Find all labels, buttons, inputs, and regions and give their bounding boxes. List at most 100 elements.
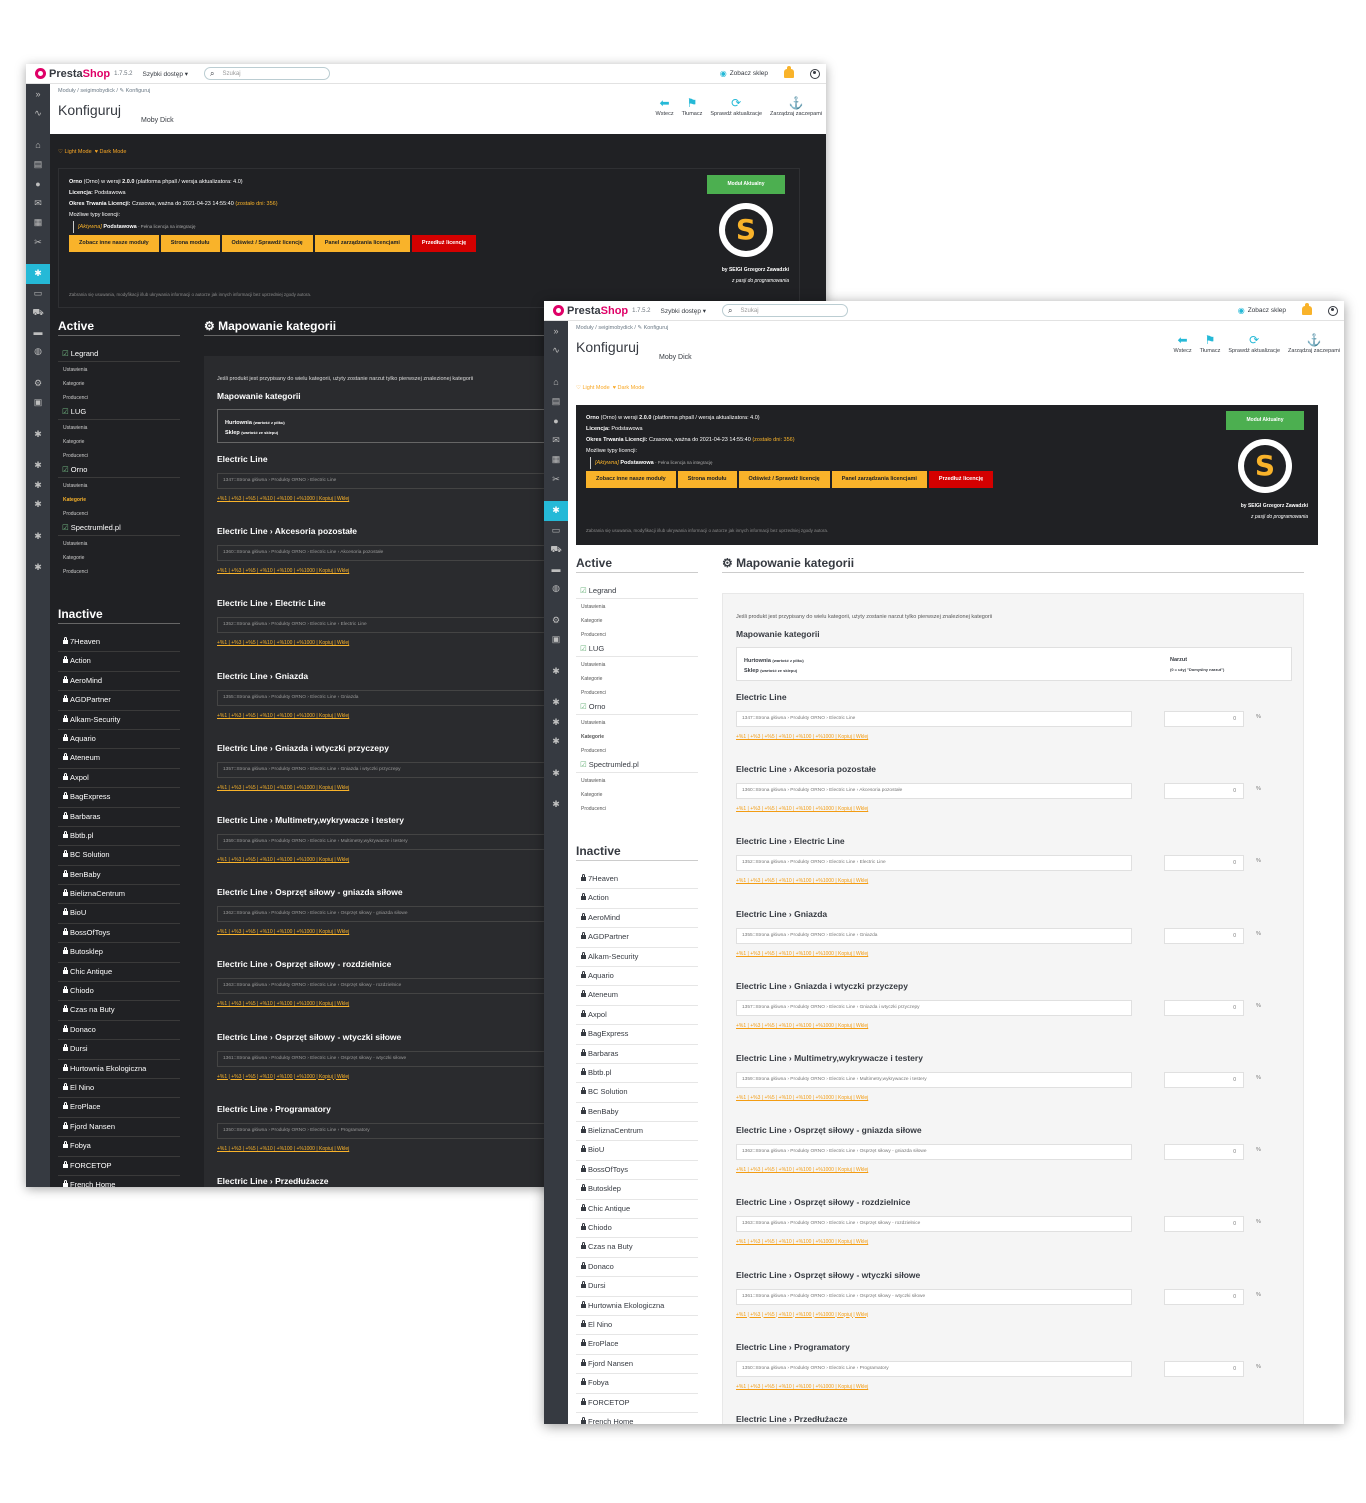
search-field[interactable]: ⌕ Szukaj (204, 67, 331, 80)
refresh-license-button[interactable]: Odśwież / Sprawdź licencję (221, 235, 313, 252)
markup-quick-links[interactable]: +%1 | +%3 | +%5 | +%10 | +%100 | +%1000 … (217, 785, 349, 791)
stats-icon[interactable]: ▦ (26, 213, 50, 233)
markup-input[interactable]: 0 (1164, 1071, 1244, 1088)
quick-access-menu[interactable]: Szybki dostęp ▾ (143, 70, 189, 78)
notifications-icon[interactable] (1302, 303, 1312, 315)
wholesaler-inactive-item[interactable]: French Home (58, 1176, 180, 1187)
orders-icon[interactable]: ⌂ (26, 135, 50, 155)
wholesaler-inactive-item[interactable]: Axpol (576, 1006, 698, 1026)
payment-icon[interactable]: ▬ (544, 560, 568, 580)
markup-quick-links[interactable]: +%1 | +%3 | +%5 | +%10 | +%100 | +%1000 … (736, 1023, 868, 1029)
wholesaler-inactive-item[interactable]: Dursi (58, 1040, 180, 1060)
markup-quick-links[interactable]: +%1 | +%3 | +%5 | +%10 | +%100 | +%1000 … (736, 1095, 868, 1101)
customers-icon[interactable]: ● (544, 411, 568, 431)
module-link-icon[interactable]: ✱ (544, 693, 568, 713)
collapse-menu-icon[interactable]: » (26, 84, 50, 104)
dark-mode-link[interactable]: ♥ Dark Mode (613, 385, 645, 391)
wholesaler-sub-link[interactable]: Producenci (58, 564, 180, 578)
markup-input[interactable]: 0 (1164, 1288, 1244, 1305)
extend-license-button[interactable]: Przedłuż licencję (928, 471, 994, 488)
module-link-icon[interactable]: ✱ (544, 732, 568, 752)
markup-quick-links[interactable]: +%1 | +%3 | +%5 | +%10 | +%100 | +%1000 … (736, 1384, 868, 1390)
wholesaler-inactive-item[interactable]: Bbtb.pl (58, 827, 180, 847)
wholesaler-sub-link[interactable]: Producenci (576, 801, 698, 815)
modules-icon[interactable]: ✱ (26, 264, 50, 284)
wholesaler-inactive-item[interactable]: Chiodo (576, 1219, 698, 1239)
orders-icon[interactable]: ⌂ (544, 372, 568, 392)
wholesaler-sub-link[interactable]: Producenci (58, 390, 180, 404)
wholesaler-inactive-item[interactable]: EroPlace (576, 1335, 698, 1355)
modules-icon[interactable]: ✱ (544, 501, 568, 521)
wholesaler-inactive-item[interactable]: AGDPartner (576, 928, 698, 948)
user-account-icon[interactable] (810, 68, 820, 79)
markup-quick-links[interactable]: +%1 | +%3 | +%5 | +%10 | +%100 | +%1000 … (736, 1239, 868, 1245)
wholesaler-inactive-item[interactable]: EroPlace (58, 1098, 180, 1118)
wholesaler-inactive-item[interactable]: BenBaby (58, 866, 180, 886)
shop-category-select[interactable]: 1359::Strona główna › Produkty ORNO › El… (736, 1071, 1132, 1088)
wholesaler-sub-link[interactable]: Ustawienia (576, 599, 698, 613)
toolbar-hooks-button[interactable]: ⚓ Zarządzaj zaczepami (1288, 333, 1340, 354)
wholesaler-active-item[interactable]: ☑ Legrand (58, 346, 180, 362)
wholesaler-sub-link[interactable]: Ustawienia (576, 773, 698, 787)
module-up-to-date-button[interactable]: Moduł Aktualny (707, 175, 785, 194)
wholesaler-inactive-item[interactable]: Butosklep (58, 943, 180, 963)
wholesaler-active-item[interactable]: ☑ Legrand (576, 583, 698, 599)
wholesaler-inactive-item[interactable]: Fjord Nansen (576, 1355, 698, 1375)
wholesaler-inactive-item[interactable]: Action (576, 889, 698, 909)
wholesaler-inactive-item[interactable]: AGDPartner (58, 691, 180, 711)
markup-quick-links[interactable]: +%1 | +%3 | +%5 | +%10 | +%100 | +%1000 … (217, 1001, 349, 1007)
messages-icon[interactable]: ✉ (544, 431, 568, 451)
module-link-icon[interactable]: ✱ (26, 476, 50, 496)
markup-quick-links[interactable]: +%1 | +%3 | +%5 | +%10 | +%100 | +%1000 … (217, 1074, 349, 1080)
module-link-icon[interactable]: ✱ (544, 764, 568, 784)
markup-quick-links[interactable]: +%1 | +%3 | +%5 | +%10 | +%100 | +%1000 … (217, 496, 349, 502)
markup-quick-links[interactable]: +%1 | +%3 | +%5 | +%10 | +%100 | +%1000 … (217, 1146, 349, 1152)
wholesaler-inactive-item[interactable]: Butosklep (576, 1180, 698, 1200)
breadcrumb[interactable]: Moduły / seigimobydick / ✎ Konfiguruj (58, 88, 150, 94)
markup-input[interactable]: 0 (1164, 1216, 1244, 1233)
wholesaler-inactive-item[interactable]: BagExpress (576, 1025, 698, 1045)
toolbar-translate-button[interactable]: ⚑ Tłumacz (1200, 333, 1221, 354)
wholesaler-inactive-item[interactable]: Ateneum (576, 986, 698, 1006)
wholesaler-inactive-item[interactable]: Fjord Nansen (58, 1118, 180, 1138)
settings-icon[interactable]: ⚙ (26, 374, 50, 394)
wholesaler-inactive-item[interactable]: BenBaby (576, 1103, 698, 1123)
prestashop-logo[interactable]: Presta Shop (35, 68, 110, 80)
wholesaler-inactive-item[interactable]: Hurtownia Ekologiczna (58, 1060, 180, 1079)
toolbar-check-updates-button[interactable]: ⟳ Sprawdź aktualizacje (710, 96, 762, 117)
collapse-menu-icon[interactable]: » (544, 321, 568, 341)
wholesaler-sub-link[interactable]: Ustawienia (58, 420, 180, 434)
markup-quick-links[interactable]: +%1 | +%3 | +%5 | +%10 | +%100 | +%1000 … (217, 929, 349, 935)
light-mode-link[interactable]: ♡ Light Mode (58, 149, 92, 155)
wholesaler-sub-link[interactable]: Kategorie (58, 550, 180, 564)
wholesaler-inactive-item[interactable]: BieliznaCentrum (576, 1122, 698, 1142)
wholesaler-inactive-item[interactable]: BioU (576, 1141, 698, 1161)
wholesaler-inactive-item[interactable]: Bbtb.pl (576, 1064, 698, 1084)
wholesaler-inactive-item[interactable]: El Nino (58, 1079, 180, 1099)
other-modules-button[interactable]: Zobacz inne nasze moduły (586, 471, 676, 488)
module-link-icon[interactable]: ✱ (26, 425, 50, 445)
markup-quick-links[interactable]: +%1 | +%3 | +%5 | +%10 | +%100 | +%1000 … (736, 878, 868, 884)
module-page-button[interactable]: Strona modułu (677, 471, 737, 488)
shop-category-select[interactable]: 1352::Strona główna › Produkty ORNO › El… (736, 855, 1132, 872)
wholesaler-sub-link[interactable]: Ustawienia (58, 362, 180, 376)
markup-quick-links[interactable]: +%1 | +%3 | +%5 | +%10 | +%100 | +%1000 … (736, 734, 868, 740)
shop-category-select[interactable]: 1360::Strona główna › Produkty ORNO › El… (736, 783, 1132, 800)
extend-license-button[interactable]: Przedłuż licencję (411, 235, 477, 252)
module-link-icon[interactable]: ✱ (544, 662, 568, 682)
search-input[interactable]: Szukaj (223, 71, 241, 77)
wholesaler-active-item[interactable]: ☑ Orno (58, 462, 180, 478)
international-icon[interactable]: ◍ (26, 342, 50, 362)
wholesaler-sub-link[interactable]: Producenci (58, 448, 180, 462)
markup-input[interactable]: 0 (1164, 927, 1244, 944)
markup-quick-links[interactable]: +%1 | +%3 | +%5 | +%10 | +%100 | +%1000 … (217, 568, 349, 574)
wholesaler-inactive-item[interactable]: Action (58, 652, 180, 672)
toolbar-back-button[interactable]: ⬅ Wstecz (656, 96, 674, 117)
breadcrumb[interactable]: Moduły / seigimobydick / ✎ Konfiguruj (576, 325, 668, 331)
wholesaler-inactive-item[interactable]: Donaco (576, 1258, 698, 1278)
design-icon[interactable]: ▭ (544, 521, 568, 541)
markup-quick-links[interactable]: +%1 | +%3 | +%5 | +%10 | +%100 | +%1000 … (736, 951, 868, 957)
wholesaler-sub-link[interactable]: Producenci (576, 743, 698, 757)
wholesaler-inactive-item[interactable]: El Nino (576, 1316, 698, 1336)
advanced-icon[interactable]: ▣ (544, 630, 568, 650)
